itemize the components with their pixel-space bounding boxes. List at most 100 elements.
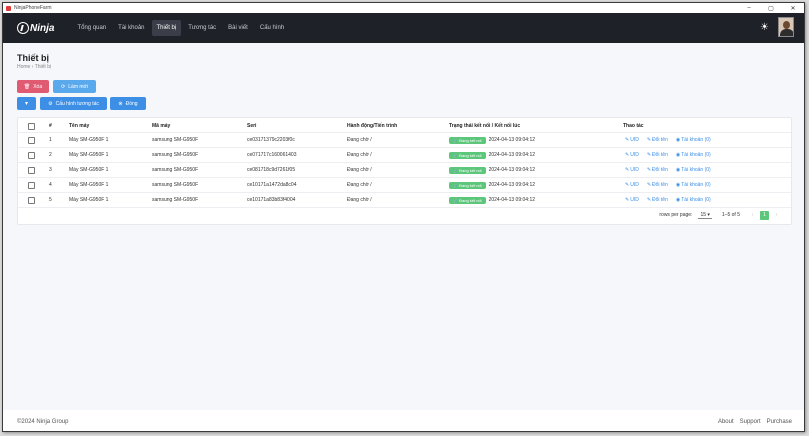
nav-item-interactions[interactable]: Tương tác [183, 20, 221, 36]
page-1-button[interactable]: 1 [760, 210, 769, 220]
select-all-checkbox[interactable] [28, 122, 35, 130]
rename-button[interactable]: ✎ Đổi tên [647, 182, 668, 188]
connected-time: 2024-04-13 09:04:12 [488, 197, 536, 203]
app-window: NinjaPhoneFarm – ▢ ✕ Ninja Tổng quan Tài… [2, 2, 805, 432]
close-window-button[interactable]: ✕ [782, 5, 804, 12]
account-button[interactable]: ◉ Tài khoản (0) [676, 137, 711, 143]
account-label: Tài khoản (0) [681, 182, 711, 188]
trash-icon: 🗑 [23, 83, 31, 90]
uid-button[interactable]: ✎ UID [625, 137, 639, 143]
row-model: samsung SM-G950F [152, 182, 199, 188]
page-title: Thiết bị [17, 53, 49, 63]
link-icon: 🔗 [453, 182, 458, 188]
user-icon: ◉ [675, 197, 681, 203]
rename-button[interactable]: ✎ Đổi tên [647, 167, 668, 173]
user-avatar[interactable] [778, 17, 794, 37]
connected-time: 2024-04-13 09:04:12 [488, 137, 536, 143]
row-serial: ce081718c9d7261f05 [247, 167, 296, 173]
refresh-icon: ⟳ [61, 83, 66, 90]
uid-button[interactable]: ✎ UID [625, 152, 639, 158]
uid-button[interactable]: ✎ UID [625, 182, 639, 188]
ninja-logo-icon [17, 22, 29, 34]
uid-label: UID [630, 167, 639, 173]
status-badge: 🔗 Đang kết nối [449, 151, 486, 159]
row-checkbox[interactable] [28, 136, 35, 144]
top-navbar: Ninja Tổng quan Tài khoản Thiết bị Tương… [3, 13, 804, 43]
row-checkbox[interactable] [28, 166, 35, 174]
account-button[interactable]: ◉ Tài khoản (0) [676, 197, 711, 203]
table-row: 2 Máy SM-G950F 1 samsung SM-G950F ce071717c… [18, 148, 791, 163]
account-button[interactable]: ◉ Tài khoản (0) [676, 167, 711, 173]
account-label: Tài khoản (0) [681, 137, 711, 143]
footer-link-purchase[interactable]: Purchase [767, 419, 792, 425]
col-index: # [49, 123, 52, 129]
theme-toggle-sun-icon[interactable]: ☀ [760, 22, 769, 33]
row-action: Đang chờ / [347, 197, 372, 203]
edit-icon: ✎ [646, 137, 652, 143]
row-action: Đang chờ / [347, 152, 372, 158]
devices-table: # Tên máy Mã máy Seri Hành động/Tiến trì… [17, 117, 792, 225]
nav-item-devices[interactable]: Thiết bị [151, 20, 182, 36]
ninja-logo[interactable]: Ninja [17, 22, 54, 34]
rows-per-page-select[interactable]: 15 ▾ [698, 212, 712, 219]
table-row: 5 Máy SM-G950F 1 samsung SM-G950F ce10171a8… [18, 193, 791, 208]
chevron-down-icon: ▾ [24, 101, 28, 107]
nav-item-posts[interactable]: Bài viết [223, 20, 253, 36]
dropdown-button[interactable]: ▾ [17, 97, 36, 110]
edit-icon: ✎ [625, 197, 630, 203]
uid-label: UID [630, 197, 639, 203]
close-button[interactable]: ⊗ Đóng [110, 97, 146, 110]
refresh-button[interactable]: ⟳ Làm mới [53, 80, 96, 93]
close-label: Đóng [125, 100, 138, 107]
user-icon: ◉ [675, 152, 681, 158]
maximize-button[interactable]: ▢ [760, 5, 782, 12]
uid-button[interactable]: ✎ UID [625, 197, 639, 203]
delete-button[interactable]: 🗑 Xóa [17, 80, 49, 93]
row-action: Đang chờ / [347, 167, 372, 173]
status-badge: 🔗 Đang kết nối [449, 196, 486, 204]
config-interaction-button[interactable]: ⚙ Cấu hình tương tác [40, 97, 107, 110]
breadcrumb-home[interactable]: Home [17, 64, 30, 70]
rename-button[interactable]: ✎ Đổi tên [647, 152, 668, 158]
row-serial: ce03171379c2203f0c [247, 137, 295, 143]
connected-time: 2024-04-13 09:04:12 [488, 152, 536, 158]
row-checkbox[interactable] [28, 196, 35, 204]
rename-label: Đổi tên [652, 167, 668, 173]
row-checkbox[interactable] [28, 181, 35, 189]
row-index: 4 [49, 182, 52, 188]
uid-label: UID [630, 182, 639, 188]
rename-button[interactable]: ✎ Đổi tên [647, 137, 668, 143]
col-action: Hành động/Tiến trình [347, 123, 398, 129]
rename-button[interactable]: ✎ Đổi tên [647, 197, 668, 203]
row-action: Đang chờ / [347, 182, 372, 188]
row-model: samsung SM-G950F [152, 137, 199, 143]
status-badge: 🔗 Đang kết nối [449, 181, 486, 189]
nav-item-overview[interactable]: Tổng quan [72, 20, 111, 36]
window-titlebar: NinjaPhoneFarm – ▢ ✕ [3, 3, 804, 13]
edit-icon: ✎ [646, 197, 652, 203]
footer-link-about[interactable]: About [718, 419, 734, 425]
edit-icon: ✎ [625, 167, 630, 173]
connected-time: 2024-04-13 09:04:12 [488, 167, 536, 173]
nav-item-settings[interactable]: Cấu hình [255, 20, 289, 36]
footer: ©2024 Ninja Group About Support Purchase [3, 410, 804, 431]
connected-time: 2024-04-13 09:04:12 [488, 182, 536, 188]
uid-button[interactable]: ✎ UID [625, 167, 639, 173]
row-serial: ce071717c160061403 [247, 152, 297, 158]
row-device-name: Máy SM-G950F 1 [69, 182, 109, 188]
nav-item-accounts[interactable]: Tài khoản [113, 20, 149, 36]
table-header: # Tên máy Mã máy Seri Hành động/Tiến trì… [18, 120, 791, 133]
account-label: Tài khoản (0) [681, 197, 711, 203]
account-button[interactable]: ◉ Tài khoản (0) [676, 182, 711, 188]
account-button[interactable]: ◉ Tài khoản (0) [676, 152, 711, 158]
col-status: Trạng thái kết nối / Kết nối lúc [449, 123, 521, 129]
pagination: rows per page: 15 ▾ 1–5 of 5 ‹ 1 › [659, 210, 781, 220]
table-row: 4 Máy SM-G950F 1 samsung SM-G950F ce10171a1… [18, 178, 791, 193]
minimize-button[interactable]: – [738, 5, 760, 12]
row-serial: ce10171a83b83f4004 [247, 197, 296, 203]
next-page-button[interactable]: › [772, 211, 781, 220]
row-checkbox[interactable] [28, 151, 35, 159]
col-model: Mã máy [152, 123, 171, 129]
footer-link-support[interactable]: Support [740, 419, 761, 425]
prev-page-button[interactable]: ‹ [748, 211, 757, 220]
